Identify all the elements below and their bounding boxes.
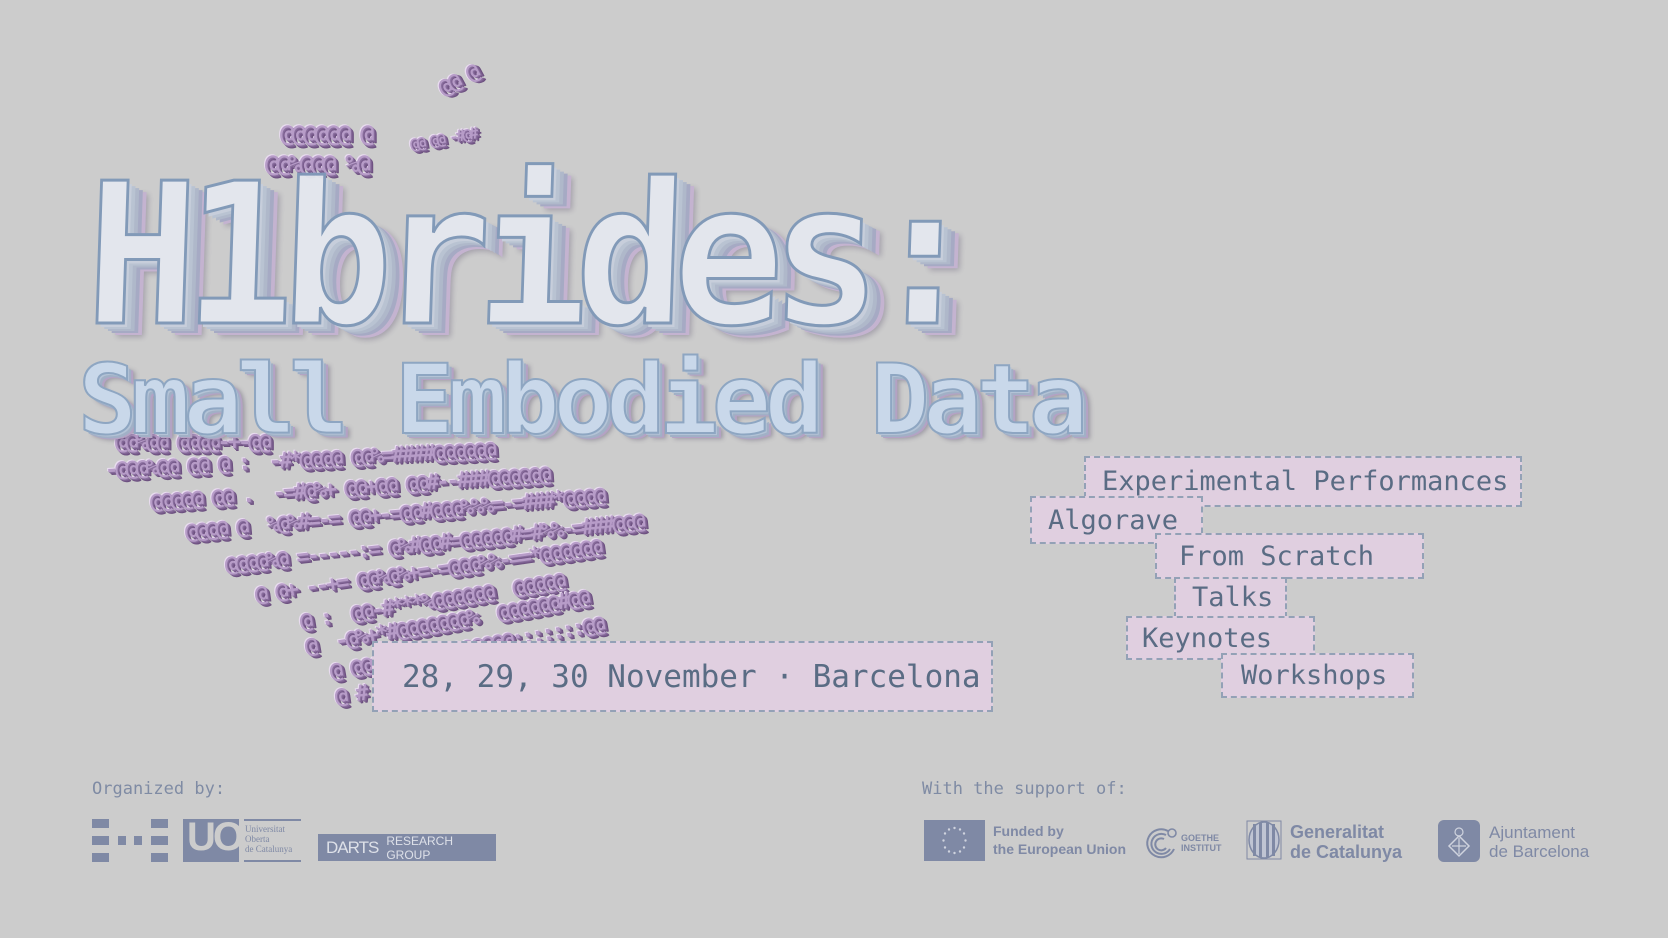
particle-row: @@@@%@ =-----:= @%#@@#=@@@@@#=#%%-=###@@…: [223, 509, 645, 578]
particle-row: @ : @@-#***%@@@@@@ @@@@@: [298, 568, 566, 635]
program-item-workshops: Workshops: [1221, 653, 1414, 698]
date-location-text: 28, 29, 30 November · Barcelona: [402, 658, 981, 695]
date-location-badge: 28, 29, 30 November · Barcelona: [372, 641, 993, 712]
organized-by-label: Organized by:: [92, 779, 226, 799]
particle-row: @@ @: [434, 60, 483, 102]
particle-row: @ @+ --+= @@%@%+=-=@@@%%-==*@@@@@@: [253, 534, 602, 608]
uoc-logo: UOC Universitat Oberta de Catalunya: [183, 817, 301, 862]
eu-funded-text: Funded by the European Union: [993, 823, 1126, 857]
goethe-text: GOETHE INSTITUT: [1181, 833, 1222, 853]
eu-flag-icon: [924, 820, 985, 861]
particle-row: @@@@ @ %@%#=-= @@+-=@@#@@@%%%=-=###*@@@@: [183, 483, 605, 545]
darts-logo: DARTS RESEARCH GROUP: [318, 833, 496, 862]
darts-mark: DARTS: [326, 837, 379, 857]
program-item-from-scratch: From Scratch: [1155, 533, 1424, 579]
darts-suffix: RESEARCH GROUP: [386, 833, 453, 862]
particle-row: @@@@@ @@ . -=#@%+ @@+@@ @@#--###@@@@@@: [149, 462, 550, 515]
dashed-grid-logo: [92, 819, 168, 862]
ajuntament-shield-icon: [1438, 820, 1480, 862]
ajuntament-logo: Ajuntament de Barcelona: [1438, 820, 1628, 862]
generalitat-shield-icon: [1246, 820, 1282, 860]
generalitat-text: Generalitat de Catalunya: [1290, 822, 1403, 862]
program-item-talks: Talks: [1174, 577, 1287, 618]
event-title: H1brides:: [82, 141, 972, 372]
ajuntament-text: Ajuntament de Barcelona: [1489, 823, 1590, 861]
generalitat-logo: Generalitat de Catalunya: [1246, 820, 1426, 862]
event-subtitle: Small Embodied Data: [77, 344, 1089, 456]
support-label: With the support of:: [922, 779, 1127, 799]
goethe-swirl-icon: [1146, 828, 1177, 859]
uoc-name: Universitat Oberta de Catalunya: [245, 824, 293, 854]
goethe-logo: GOETHE INSTITUT: [1144, 825, 1224, 861]
